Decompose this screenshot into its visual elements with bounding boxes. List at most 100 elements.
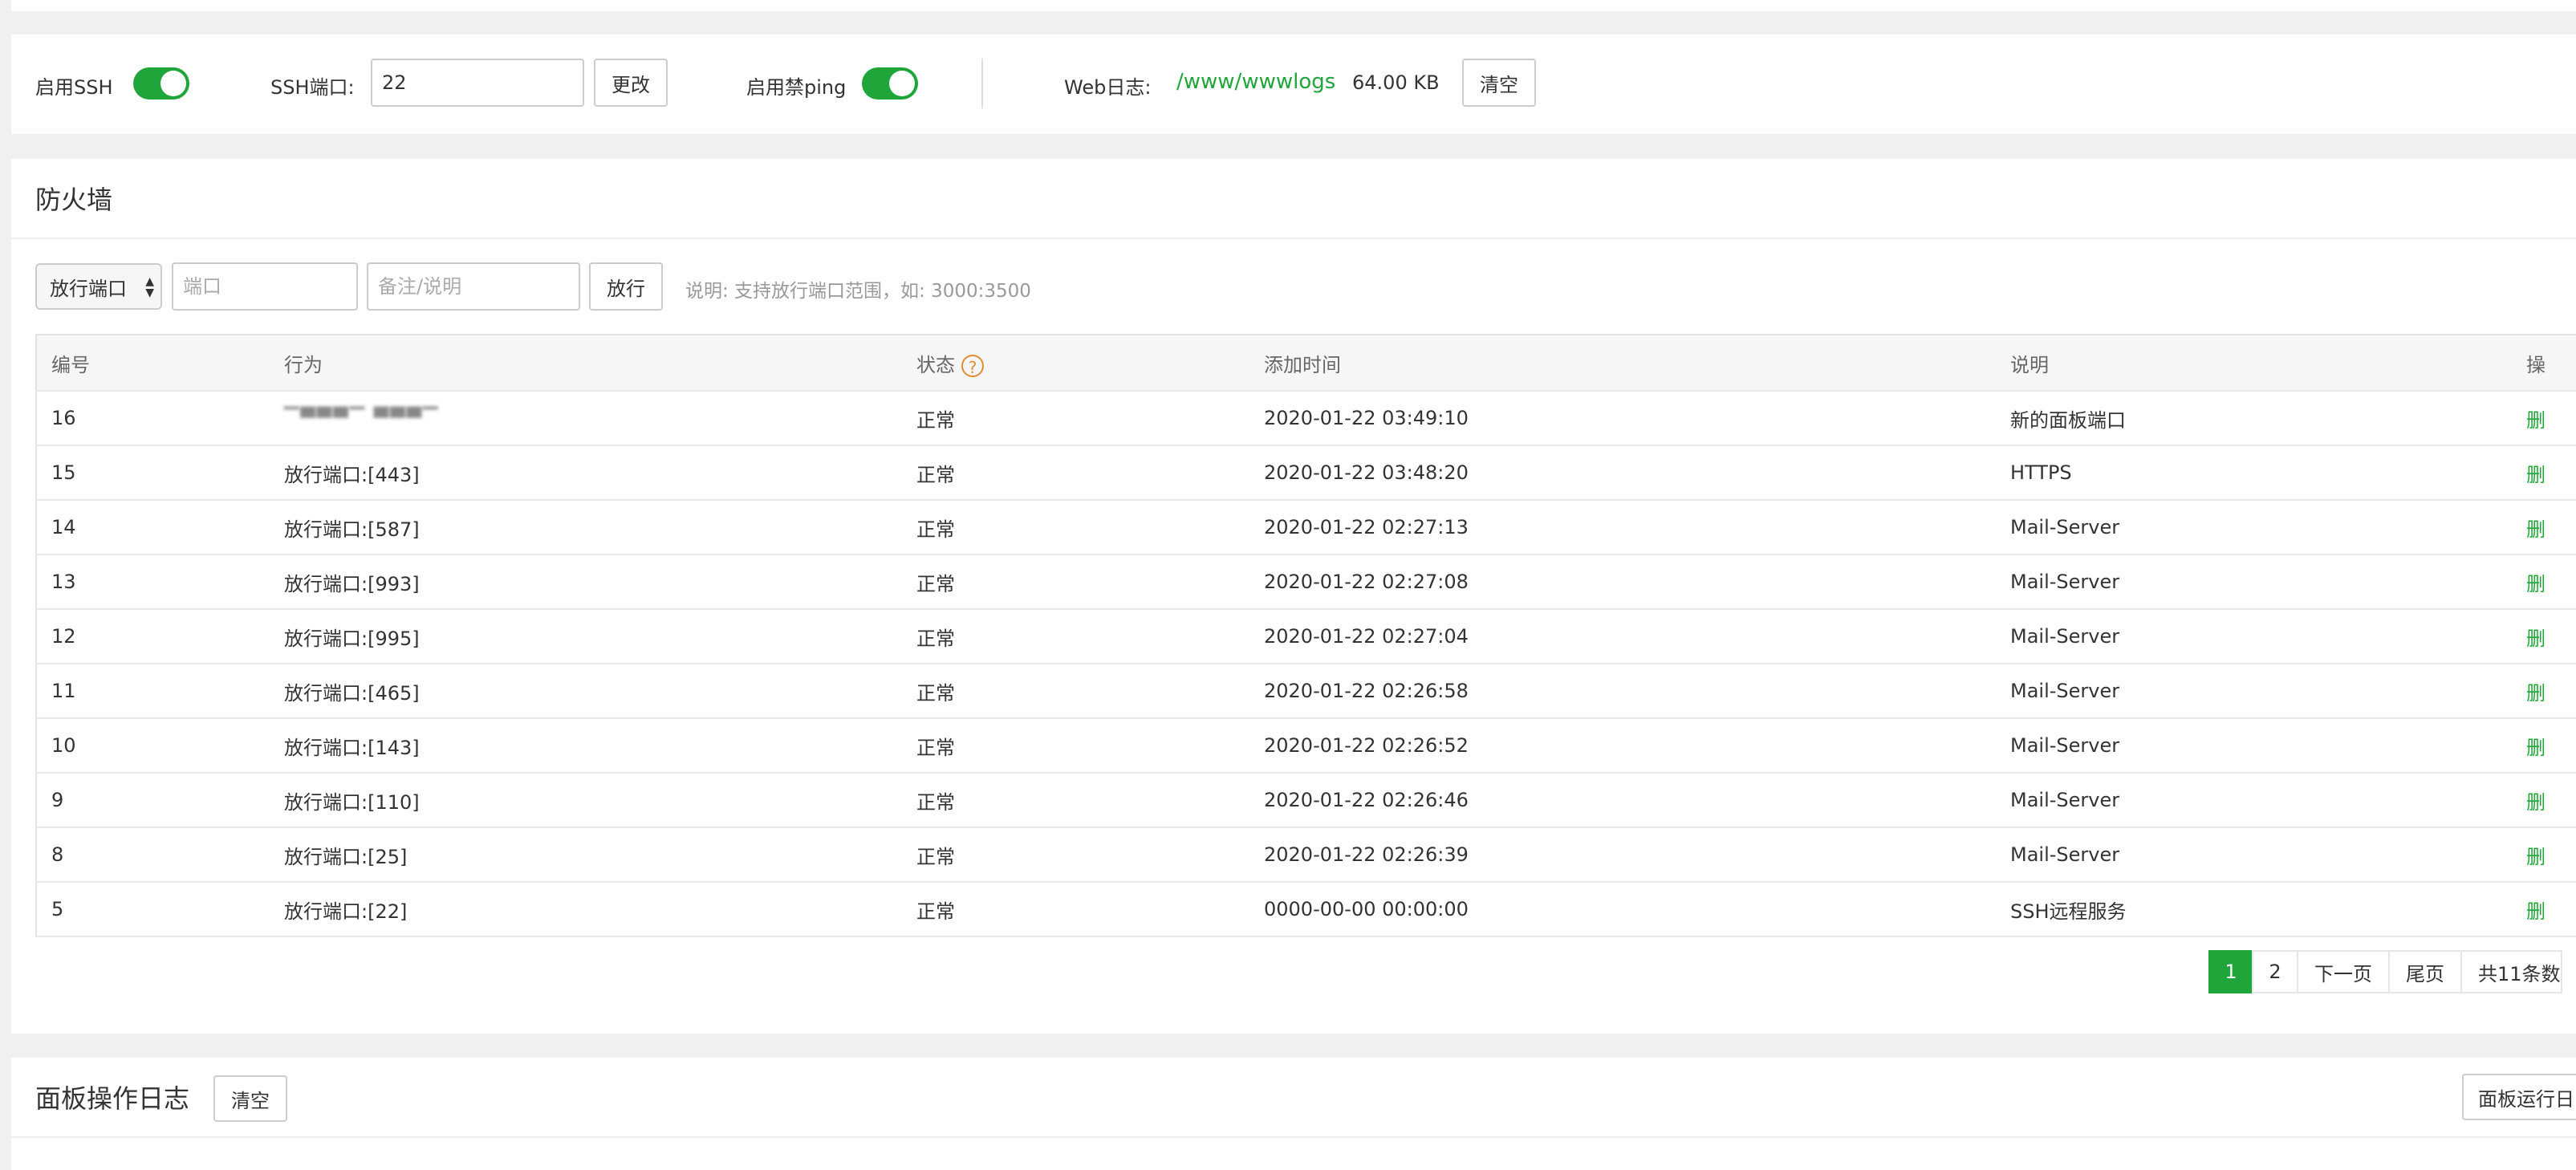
port-input[interactable] bbox=[172, 262, 358, 311]
cell-action: 放行端口:[25] bbox=[270, 827, 902, 883]
table-header-row: 编号 行为 状态? 添加时间 说明 操 bbox=[35, 334, 2576, 392]
section-separator bbox=[11, 238, 2576, 239]
noping-toggle[interactable] bbox=[862, 67, 918, 100]
cell-action: 放行端口:[443] bbox=[270, 445, 902, 501]
col-header-time: 添加时间 bbox=[1249, 334, 1996, 392]
cell-action: 放行端口:[110] bbox=[270, 773, 902, 828]
rule-type-value: 放行端口 bbox=[50, 277, 127, 300]
table-row: 9 放行端口:[110] 正常 2020-01-22 02:26:46 Mail… bbox=[35, 773, 2576, 828]
cell-status: 正常 bbox=[902, 500, 1249, 555]
cell-action: 放行端口:[995] bbox=[270, 609, 902, 664]
weblog-label: Web日志: bbox=[1064, 76, 1152, 99]
table-row: 5 放行端口:[22] 正常 0000-00-00 00:00:00 SSH远程… bbox=[35, 882, 2576, 937]
select-arrows-icon: ▲ ▼ bbox=[145, 275, 154, 299]
cell-id: 5 bbox=[35, 882, 270, 937]
help-icon[interactable]: ? bbox=[961, 354, 984, 377]
cell-time: 2020-01-22 03:49:10 bbox=[1249, 391, 1996, 446]
panel-run-log-button[interactable]: 面板运行日 bbox=[2462, 1074, 2576, 1120]
table-row: 13 放行端口:[993] 正常 2020-01-22 02:27:08 Mai… bbox=[35, 555, 2576, 610]
cell-time: 2020-01-22 02:27:04 bbox=[1249, 609, 1996, 664]
cell-time: 2020-01-22 03:48:20 bbox=[1249, 445, 1996, 501]
table-row: 11 放行端口:[465] 正常 2020-01-22 02:26:58 Mai… bbox=[35, 664, 2576, 719]
security-settings-bar: 启用SSH SSH端口: 更改 启用禁ping Web日志: /www/wwwl… bbox=[11, 35, 2576, 134]
table-row: 15 放行端口:[443] 正常 2020-01-22 03:48:20 HTT… bbox=[35, 445, 2576, 501]
delete-link[interactable]: 删 bbox=[2512, 827, 2576, 883]
col-header-ops: 操 bbox=[2512, 334, 2576, 392]
toggle-knob bbox=[160, 71, 186, 96]
cell-desc: Mail-Server bbox=[1996, 609, 2512, 664]
cell-id: 8 bbox=[35, 827, 270, 883]
cell-id: 9 bbox=[35, 773, 270, 828]
cell-status: 正常 bbox=[902, 445, 1249, 501]
cell-desc: HTTPS bbox=[1996, 445, 2512, 501]
cell-status: 正常 bbox=[902, 391, 1249, 446]
last-page-button[interactable]: 尾页 bbox=[2388, 950, 2462, 993]
cell-desc: Mail-Server bbox=[1996, 773, 2512, 828]
delete-link[interactable]: 删 bbox=[2512, 555, 2576, 610]
cell-desc: Mail-Server bbox=[1996, 718, 2512, 774]
weblog-path-link[interactable]: /www/wwwlogs bbox=[1176, 70, 1335, 94]
cell-status: 正常 bbox=[902, 773, 1249, 828]
table-row: 16 ▔▀▀▀▔ ▀▀▀▔ 正常 2020-01-22 03:49:10 新的面… bbox=[35, 391, 2576, 446]
top-panel-edge bbox=[11, 0, 2576, 11]
delete-link[interactable]: 删 bbox=[2512, 664, 2576, 719]
delete-link[interactable]: 删 bbox=[2512, 718, 2576, 774]
col-header-id: 编号 bbox=[35, 334, 270, 392]
cell-time: 2020-01-22 02:26:46 bbox=[1249, 773, 1996, 828]
cell-time: 2020-01-22 02:27:08 bbox=[1249, 555, 1996, 610]
panel-log-title: 面板操作日志 bbox=[35, 1083, 190, 1114]
cell-id: 16 bbox=[35, 391, 270, 446]
rule-type-select[interactable]: 放行端口 ▲ ▼ bbox=[35, 263, 162, 310]
cell-action: 放行端口:[143] bbox=[270, 718, 902, 774]
clear-weblog-button[interactable]: 清空 bbox=[1462, 59, 1536, 107]
firewall-panel: 防火墙 放行端口 ▲▼ 放行 说明: 支持放行端口范围，如: 3000:3500… bbox=[11, 159, 2576, 1034]
panel-log-section: 面板操作日志 清空 面板运行日 bbox=[11, 1058, 2576, 1170]
next-page-button[interactable]: 下一页 bbox=[2297, 950, 2390, 993]
cell-status: 正常 bbox=[902, 664, 1249, 719]
firewall-title: 防火墙 bbox=[35, 185, 113, 215]
clear-panel-log-button[interactable]: 清空 bbox=[213, 1075, 287, 1122]
cell-time: 2020-01-22 02:27:13 bbox=[1249, 500, 1996, 555]
table-row: 10 放行端口:[143] 正常 2020-01-22 02:26:52 Mai… bbox=[35, 718, 2576, 774]
cell-id: 14 bbox=[35, 500, 270, 555]
delete-link[interactable]: 删 bbox=[2512, 391, 2576, 446]
note-input[interactable] bbox=[367, 262, 580, 311]
ssh-label: 启用SSH bbox=[35, 76, 113, 99]
cell-action: 放行端口:[22] bbox=[270, 882, 902, 937]
cell-id: 12 bbox=[35, 609, 270, 664]
blurred-action: ▔▀▀▀▔ ▀▀▀▔ bbox=[284, 407, 440, 429]
ssh-port-input[interactable] bbox=[371, 59, 584, 107]
noping-label: 启用禁ping bbox=[746, 76, 847, 99]
cell-status: 正常 bbox=[902, 555, 1249, 610]
delete-link[interactable]: 删 bbox=[2512, 609, 2576, 664]
delete-link[interactable]: 删 bbox=[2512, 882, 2576, 937]
table-row: 12 放行端口:[995] 正常 2020-01-22 02:27:04 Mai… bbox=[35, 609, 2576, 664]
cell-status: 正常 bbox=[902, 718, 1249, 774]
page-1-button[interactable]: 1 bbox=[2208, 950, 2253, 993]
port-range-hint: 说明: 支持放行端口范围，如: 3000:3500 bbox=[685, 281, 1031, 302]
total-count: 共11条数 bbox=[2460, 950, 2562, 993]
cell-desc: Mail-Server bbox=[1996, 555, 2512, 610]
page-2-button[interactable]: 2 bbox=[2252, 950, 2298, 993]
delete-link[interactable]: 删 bbox=[2512, 445, 2576, 501]
allow-port-button[interactable]: 放行 bbox=[589, 262, 663, 311]
table-row: 14 放行端口:[587] 正常 2020-01-22 02:27:13 Mai… bbox=[35, 500, 2576, 555]
delete-link[interactable]: 删 bbox=[2512, 773, 2576, 828]
cell-id: 10 bbox=[35, 718, 270, 774]
ssh-toggle[interactable] bbox=[133, 67, 189, 100]
cell-action: 放行端口:[587] bbox=[270, 500, 902, 555]
cell-id: 13 bbox=[35, 555, 270, 610]
cell-desc: Mail-Server bbox=[1996, 664, 2512, 719]
ssh-port-label: SSH端口: bbox=[270, 76, 355, 99]
cell-desc: Mail-Server bbox=[1996, 500, 2512, 555]
col-header-action: 行为 bbox=[270, 334, 902, 392]
cell-id: 15 bbox=[35, 445, 270, 501]
col-header-status-label: 状态 bbox=[916, 353, 955, 376]
section-separator bbox=[11, 1136, 2576, 1138]
change-port-button[interactable]: 更改 bbox=[594, 59, 668, 107]
delete-link[interactable]: 删 bbox=[2512, 500, 2576, 555]
weblog-size: 64.00 KB bbox=[1352, 71, 1440, 94]
cell-status: 正常 bbox=[902, 609, 1249, 664]
cell-action: 放行端口:[993] bbox=[270, 555, 902, 610]
cell-action: 放行端口:[465] bbox=[270, 664, 902, 719]
